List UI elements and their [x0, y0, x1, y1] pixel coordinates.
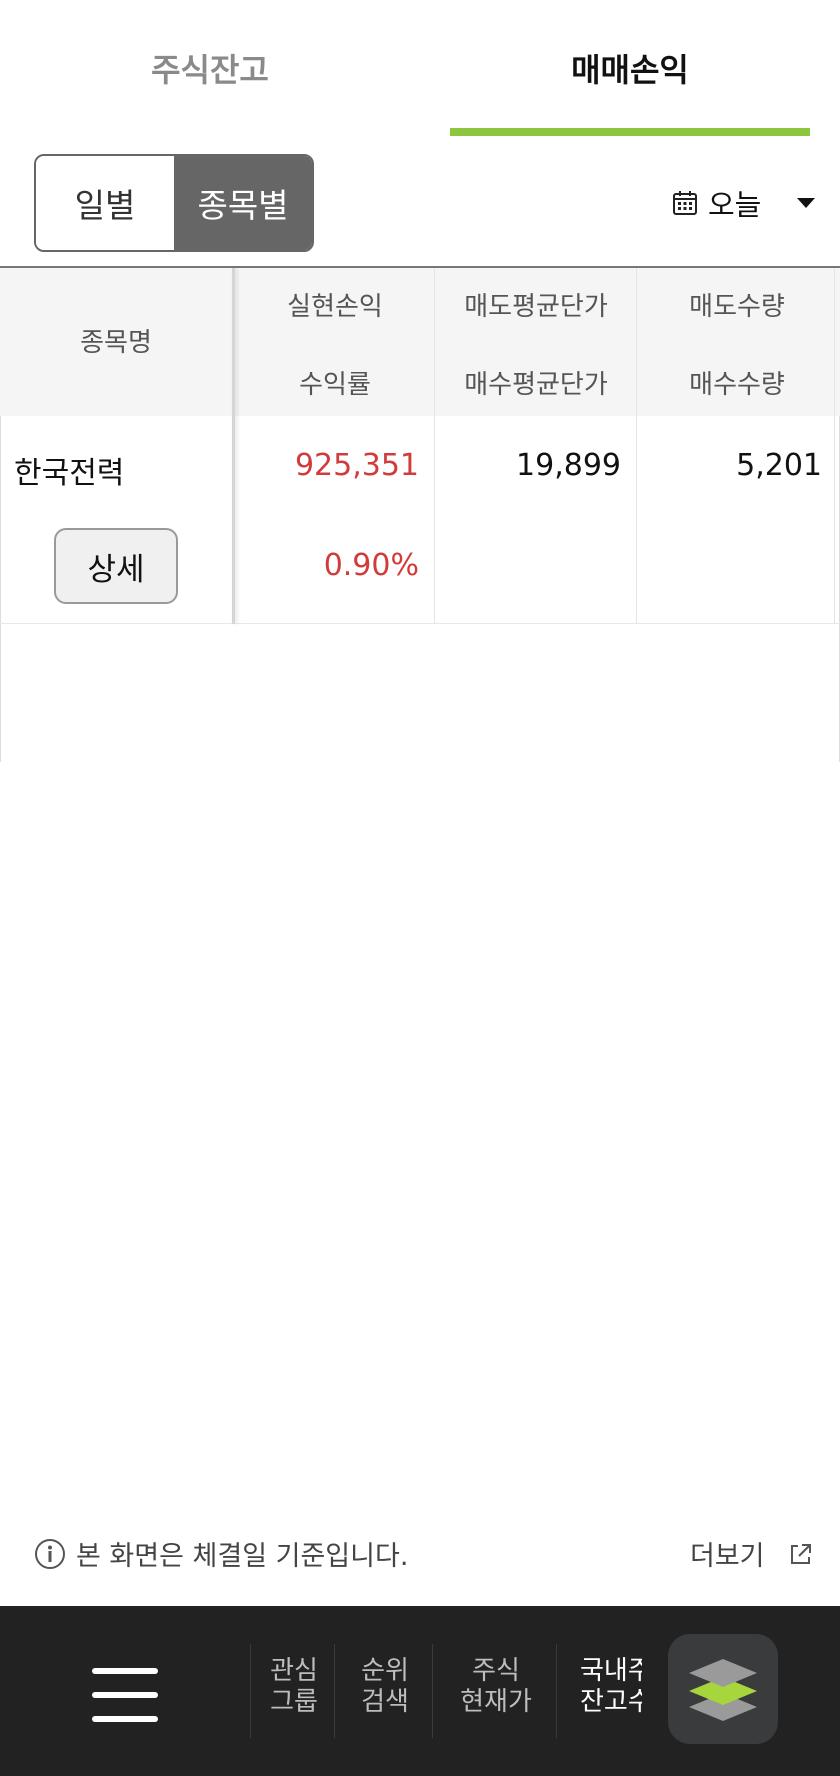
nav-item-line: 검색 — [361, 1687, 409, 1717]
hamburger-menu-icon[interactable] — [92, 1668, 158, 1722]
nav-item-domestic-balance[interactable]: 국내주 잔고수 — [580, 1656, 642, 1718]
nav-item-line: 관심 — [270, 1656, 318, 1686]
more-link[interactable]: 더보기 — [690, 1534, 815, 1573]
nav-item-interest-group[interactable]: 관심 그룹 — [256, 1656, 332, 1718]
sell-avg-price-value: 19,899 — [516, 448, 621, 483]
realized-pl-value: 925,351 — [294, 448, 419, 483]
daily-toggle-button[interactable]: 일별 — [36, 156, 174, 250]
nav-item-line: 현재가 — [460, 1687, 532, 1717]
header-sell-qty: 매도수량 — [689, 292, 785, 322]
info-icon — [35, 1538, 65, 1569]
table-header: 종목명 실현손익 수익률 매도평균단가 매수평균단가 매도수량 매수수량 — [0, 268, 840, 416]
external-link-icon — [790, 1543, 811, 1564]
calendar-icon — [673, 191, 697, 215]
sell-qty-value: 5,201 — [736, 448, 822, 483]
column-divider — [834, 268, 835, 624]
by-stock-toggle-button[interactable]: 종목별 — [174, 156, 312, 250]
nav-item-line: 주식 — [472, 1656, 520, 1686]
header-realized-pl: 실현손익 — [287, 292, 383, 322]
table-row[interactable]: 한국전력 상세 925,351 0.90% 19,899 5,201 — [0, 416, 840, 624]
footer-note-text: 본 화면은 체결일 기준입니다. — [76, 1541, 409, 1572]
detail-button[interactable]: 상세 — [54, 528, 178, 604]
layers-icon — [689, 1659, 757, 1721]
view-toggle: 일별 종목별 — [34, 154, 314, 252]
tab-trading-profit[interactable]: 매매손익 — [420, 0, 840, 136]
date-filter-dropdown[interactable]: 오늘 — [672, 178, 816, 228]
nav-divider — [250, 1644, 251, 1738]
tab-trading-profit-label: 매매손익 — [571, 51, 689, 89]
stock-name: 한국전력 — [14, 456, 125, 491]
header-buy-qty: 매수수량 — [689, 370, 785, 400]
date-filter-value: 오늘 — [708, 188, 762, 222]
nav-divider — [334, 1644, 335, 1738]
nav-item-line: 잔고수 — [580, 1687, 642, 1717]
more-link-label: 더보기 — [690, 1541, 765, 1572]
nav-item-line: 그룹 — [270, 1687, 318, 1717]
tab-stock-balance[interactable]: 주식잔고 — [0, 0, 420, 136]
nav-item-line: 순위 — [361, 1656, 409, 1686]
header-buy-avg-price: 매수평균단가 — [464, 370, 608, 400]
footer-note: 본 화면은 체결일 기준입니다. — [34, 1534, 408, 1573]
layers-button[interactable] — [668, 1634, 778, 1744]
header-stock-name: 종목명 — [80, 328, 152, 358]
return-rate-value: 0.90% — [323, 548, 419, 583]
tab-stock-balance-label: 주식잔고 — [151, 51, 269, 89]
column-divider — [636, 268, 637, 624]
profit-table: 종목명 실현손익 수익률 매도평균단가 매수평균단가 매도수량 매수수량 한국전… — [0, 268, 840, 624]
nav-divider — [556, 1644, 557, 1738]
chevron-down-icon — [797, 198, 816, 208]
header-return-rate: 수익률 — [299, 370, 371, 400]
top-tab-bar: 주식잔고 매매손익 — [0, 0, 840, 136]
nav-item-line: 국내주 — [580, 1656, 642, 1686]
frozen-column-divider — [232, 268, 235, 624]
bottom-nav-bar: 관심 그룹 순위 검색 주식 현재가 국내주 잔고수 — [0, 1606, 840, 1776]
nav-item-rank-search[interactable]: 순위 검색 — [342, 1656, 428, 1718]
nav-divider — [432, 1644, 433, 1738]
active-tab-indicator — [450, 128, 810, 136]
nav-item-stock-price[interactable]: 주식 현재가 — [438, 1656, 554, 1718]
header-sell-avg-price: 매도평균단가 — [464, 292, 608, 322]
column-divider — [434, 268, 435, 624]
